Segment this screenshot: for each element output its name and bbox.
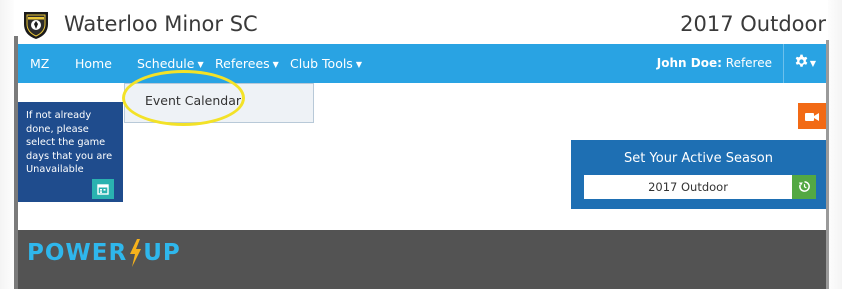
nav-item-label: Referees — [215, 56, 270, 71]
club-name-title: Waterloo Minor SC — [64, 12, 258, 36]
notice-action-button[interactable] — [92, 179, 114, 199]
nav-item-label: MZ — [30, 56, 50, 71]
user-role: Referee — [725, 56, 772, 70]
club-shield-icon[interactable] — [22, 10, 50, 40]
nav-item-label: Club Tools — [290, 56, 353, 71]
page-frame-right — [828, 0, 842, 289]
unavailable-notice-panel: If not already done, please select the g… — [18, 102, 123, 202]
nav-item-mz[interactable]: MZ — [30, 44, 49, 83]
season-title: 2017 Outdoor — [680, 12, 826, 36]
refresh-icon — [798, 178, 811, 197]
season-panel-title: Set Your Active Season — [624, 151, 773, 166]
notice-text: If not already done, please select the g… — [26, 110, 113, 175]
nav-item-label: Schedule — [137, 56, 195, 71]
active-season-panel: Set Your Active Season 2017 Outdoor — [571, 140, 826, 209]
video-camera-icon — [805, 107, 819, 126]
gear-icon — [794, 54, 809, 73]
page-frame-left — [0, 0, 14, 289]
season-refresh-button[interactable] — [792, 175, 816, 199]
highlight-circle-annotation — [122, 70, 245, 126]
powerup-logo: POWER UP — [27, 239, 181, 267]
user-info[interactable]: John Doe: Referee — [657, 44, 772, 83]
chevron-down-icon: ▼ — [809, 59, 817, 68]
settings-menu-button[interactable]: ▼ — [783, 44, 826, 83]
nav-item-label: Home — [75, 56, 112, 71]
title-bar: Waterloo Minor SC 2017 Outdoor — [18, 4, 826, 44]
up-text: UP — [143, 240, 181, 266]
nav-item-club-tools[interactable]: Club Tools ▼ — [290, 44, 362, 83]
powerup-banner: POWER UP — [18, 230, 826, 289]
chevron-down-icon: ▼ — [272, 60, 279, 69]
app-window: Waterloo Minor SC 2017 Outdoor MZ Home S… — [18, 0, 826, 289]
calendar-icon — [97, 180, 109, 199]
lightning-bolt-icon — [128, 239, 142, 267]
video-button[interactable] — [798, 103, 826, 129]
user-name: John Doe — [656, 56, 718, 70]
chevron-down-icon: ▼ — [197, 60, 204, 69]
frame-shadow-right — [826, 40, 829, 289]
season-select[interactable]: 2017 Outdoor — [584, 175, 792, 199]
power-text: POWER — [27, 240, 128, 266]
nav-item-home[interactable]: Home — [75, 44, 112, 83]
chevron-down-icon: ▼ — [355, 60, 362, 69]
